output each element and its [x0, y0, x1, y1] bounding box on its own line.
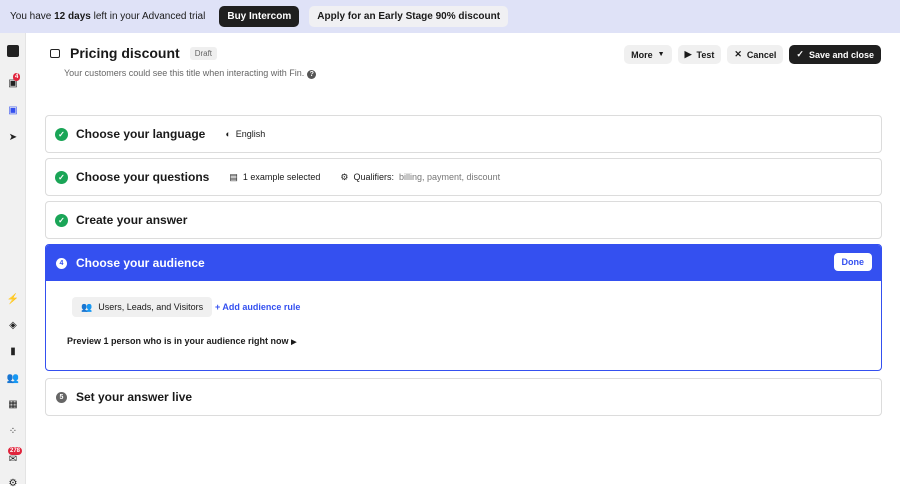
settings-icon[interactable]: ⚙ [7, 477, 19, 489]
status-badge: Draft [189, 46, 218, 60]
gear-icon: ⚙ [340, 171, 349, 182]
page-header: Pricing discount Draft [50, 45, 218, 61]
step-title: Choose your audience [76, 256, 205, 270]
preview-audience-toggle[interactable]: Preview 1 person who is in your audience… [67, 336, 296, 346]
close-icon: ✕ [734, 49, 742, 59]
step-title: Create your answer [76, 213, 188, 227]
step-title: Set your answer live [76, 390, 193, 404]
save-and-close-button[interactable]: ✓ Save and close [789, 45, 881, 64]
chat-icon: ▤ [229, 171, 238, 182]
step-answer[interactable]: ✓ Create your answer [45, 201, 882, 239]
apply-discount-button[interactable]: Apply for an Early Stage 90% discount [309, 6, 509, 27]
caret-down-icon: ▼ [657, 51, 665, 58]
outbound-icon[interactable]: ➤ [7, 131, 19, 143]
help-icon[interactable]: ? [307, 70, 317, 79]
language-icon: ◐ [225, 129, 231, 139]
sidebar-toggle-icon[interactable] [50, 48, 60, 58]
step-audience: 4 Choose your audience Done 👥 Users, Leads… [45, 244, 882, 371]
cancel-button[interactable]: ✕ Cancel [727, 45, 784, 64]
fin-icon[interactable]: ▣ [7, 104, 19, 116]
tickets-icon[interactable]: ✉ 278 [7, 447, 23, 465]
page-title[interactable]: Pricing discount [70, 45, 180, 61]
check-circle-icon: ✓ [55, 170, 68, 184]
users-icon: 👥 [81, 301, 93, 312]
add-audience-rule-link[interactable]: + Add audience rule [215, 302, 300, 312]
step-number: 4 [56, 257, 67, 269]
test-button[interactable]: ▶ Test [677, 45, 722, 64]
apps-icon[interactable]: ⁘ [7, 425, 19, 437]
buy-intercom-button[interactable]: Buy Intercom [219, 6, 300, 27]
intercom-logo-icon[interactable] [7, 45, 19, 57]
sidebar: ▣ 4 ▣ ➤ ⚡ ◈ ▮ 👥 ▦ ⁘ ✉ 278 ⚙ [0, 33, 26, 489]
automation-icon[interactable]: ⚡ [7, 293, 19, 305]
language-value: ◐ English [225, 129, 266, 139]
more-button[interactable]: More ▼ [624, 45, 672, 64]
tickets-badge: 278 [8, 447, 23, 455]
reports-icon[interactable]: ▮ [7, 345, 19, 357]
step-set-live[interactable]: 5 Set your answer live [45, 378, 882, 416]
step-language[interactable]: ✓ Choose your language ◐ English [45, 115, 882, 153]
step-title: Choose your language [76, 127, 206, 141]
audience-selector[interactable]: 👥 Users, Leads, and Visitors [72, 297, 213, 317]
contacts-icon[interactable]: 👥 [7, 372, 19, 384]
play-icon: ▶ [684, 49, 692, 59]
step-questions[interactable]: ✓ Choose your questions ▤ 1 example select… [45, 158, 882, 196]
step-number: 5 [56, 391, 67, 403]
page-subtitle: Your customers could see this title when… [64, 68, 317, 79]
check-circle-icon: ✓ [55, 213, 68, 227]
knowledge-icon[interactable]: ▦ [7, 398, 19, 410]
caret-right-icon: ▶ [291, 339, 297, 346]
qualifiers-summary: ⚙ Qualifiers: billing, payment, discount [340, 171, 501, 183]
examples-summary: ▤ 1 example selected [229, 171, 321, 183]
trial-text: You have 12 days left in your Advanced t… [10, 11, 206, 22]
done-button[interactable]: Done [833, 253, 872, 271]
inbox-badge: 4 [13, 73, 21, 81]
layers-icon[interactable]: ◈ [7, 319, 19, 331]
check-circle-icon: ✓ [55, 127, 68, 141]
check-icon: ✓ [796, 49, 804, 59]
inbox-icon[interactable]: ▣ 4 [7, 73, 21, 89]
header-actions: More ▼ ▶ Test ✕ Cancel ✓ Save and close [624, 45, 881, 64]
trial-banner: You have 12 days left in your Advanced t… [0, 0, 900, 33]
step-title: Choose your questions [76, 170, 210, 184]
